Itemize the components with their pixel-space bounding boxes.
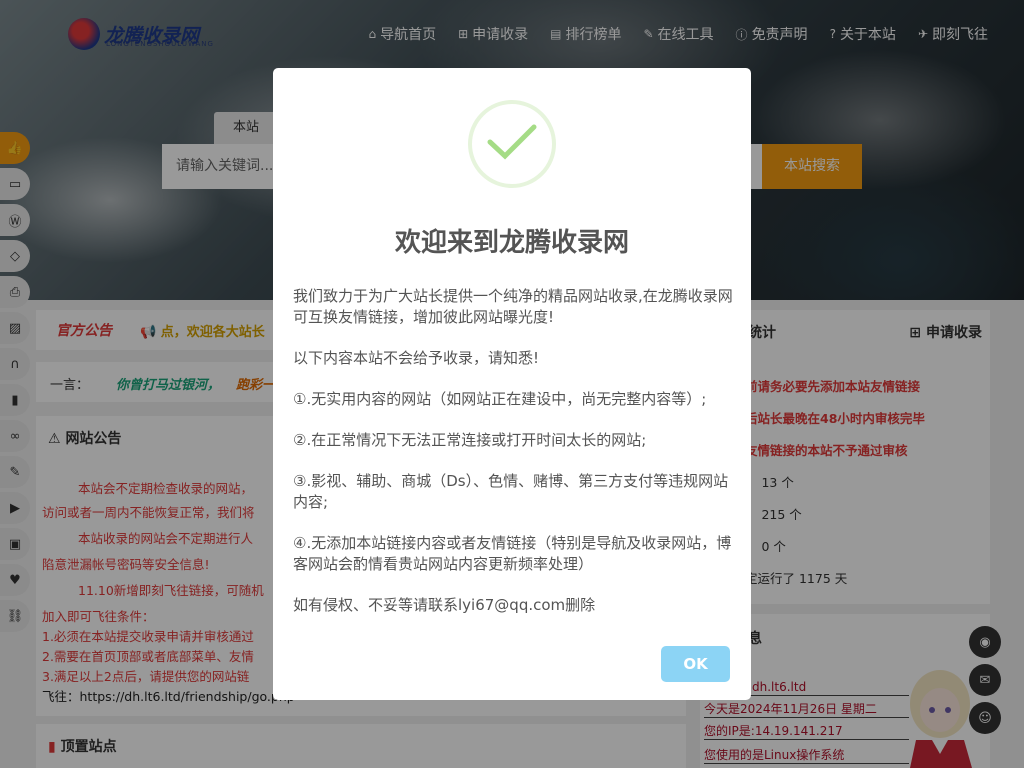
modal-title: 欢迎来到龙腾收录网 <box>394 228 629 258</box>
modal-paragraph: ③.影视、辅助、商城（Ds）、色情、赌博、第三方支付等违规网站内容; <box>293 472 729 511</box>
modal-paragraph: ②.在正常情况下无法正常连接或打开时间太长的网站; <box>293 431 647 449</box>
modal-paragraph: 以下内容本站不会给予收录，请知悉! <box>293 349 540 367</box>
success-check-icon <box>468 100 556 188</box>
welcome-modal: 欢迎来到龙腾收录网 我们致力于为广大站长提供一个纯净的精品网站收录,在龙腾收录网… <box>273 68 751 700</box>
modal-paragraph: ④.无添加本站链接内容或者友情链接（特别是导航及收录网站，博客网站会酌情看贵站网… <box>293 534 732 573</box>
modal-paragraph: 我们致力于为广大站长提供一个纯净的精品网站收录,在龙腾收录网可互换友情链接，增加… <box>293 287 733 326</box>
modal-body: 我们致力于为广大站长提供一个纯净的精品网站收录,在龙腾收录网可互换友情链接，增加… <box>293 286 733 636</box>
modal-paragraph: ①.无实用内容的网站（如网站正在建设中，尚无完整内容等）; <box>293 390 707 408</box>
modal-contact: 如有侵权、不妥等请联系lyi67@qq.com删除 <box>293 596 596 614</box>
ok-button[interactable]: OK <box>661 646 730 682</box>
